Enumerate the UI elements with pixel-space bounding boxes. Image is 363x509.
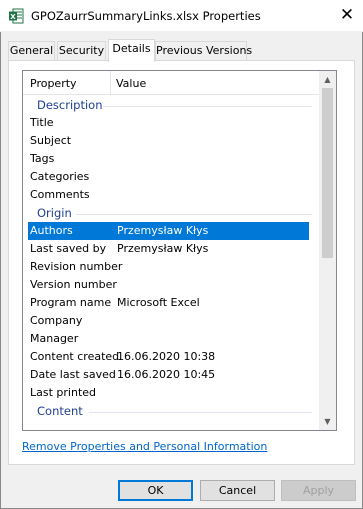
property-name: Authors: [30, 224, 73, 237]
property-name: Comments: [30, 188, 90, 201]
cancel-button[interactable]: Cancel: [200, 480, 275, 501]
property-name: Date last saved: [30, 368, 116, 381]
tab-details[interactable]: Details: [108, 39, 155, 62]
group-label: Description: [37, 98, 103, 112]
property-name: Revision number: [30, 260, 123, 273]
list-rows: Description Title Subject Tags Categorie…: [23, 96, 320, 420]
property-name: Content created: [30, 350, 120, 363]
property-name: Version number: [30, 278, 117, 291]
list-item[interactable]: Subject: [23, 132, 320, 150]
property-value: Przemysław Kłys: [117, 242, 209, 255]
excel-icon: X: [8, 8, 24, 24]
property-value: 16.06.2020 10:45: [117, 368, 216, 381]
list-item[interactable]: Tags: [23, 150, 320, 168]
list-header: Property Value: [23, 71, 320, 95]
property-name: Title: [30, 116, 54, 129]
window-title: GPOZaurrSummaryLinks.xlsx Properties: [31, 9, 261, 23]
property-name: Last printed: [30, 386, 97, 399]
apply-button[interactable]: Apply: [281, 480, 356, 501]
property-value: Microsoft Excel: [117, 296, 200, 309]
title-bar: X GPOZaurrSummaryLinks.xlsx Properties ✕: [0, 0, 363, 32]
list-item[interactable]: Last printed: [23, 384, 320, 402]
list-item[interactable]: Categories: [23, 168, 320, 186]
property-name: Subject: [30, 134, 72, 147]
list-item-selected[interactable]: Authors Przemysław Kłys: [28, 222, 309, 240]
property-name: Last saved by: [30, 242, 107, 255]
list-item[interactable]: Last saved by Przemysław Kłys: [23, 240, 320, 258]
tab-security[interactable]: Security: [57, 41, 106, 61]
property-name: Tags: [30, 152, 55, 165]
scroll-up-arrow-icon[interactable]: ▲: [319, 71, 336, 88]
group-divider: [89, 412, 312, 413]
column-header-value[interactable]: Value: [111, 71, 146, 95]
property-name: Company: [30, 314, 83, 327]
group-label: Content: [37, 404, 83, 418]
property-value: 16.06.2020 10:38: [117, 350, 216, 363]
property-name: Program name: [30, 296, 112, 309]
group-header-origin[interactable]: Origin: [23, 204, 320, 222]
list-item[interactable]: Content created 16.06.2020 10:38: [23, 348, 320, 366]
list-item[interactable]: Date last saved 16.06.2020 10:45: [23, 366, 320, 384]
property-value: Przemysław Kłys: [117, 224, 209, 237]
group-label: Origin: [37, 206, 72, 220]
property-name: Manager: [30, 332, 79, 345]
scroll-thumb[interactable]: [322, 88, 333, 258]
remove-properties-link[interactable]: Remove Properties and Personal Informati…: [22, 440, 267, 453]
list-item[interactable]: Program name Microsoft Excel: [23, 294, 320, 312]
list-item[interactable]: Company: [23, 312, 320, 330]
list-item[interactable]: Manager: [23, 330, 320, 348]
svg-text:X: X: [10, 13, 16, 21]
list-item[interactable]: Version number: [23, 276, 320, 294]
group-divider: [76, 214, 312, 215]
scroll-down-arrow-icon[interactable]: ▼: [319, 413, 336, 430]
group-header-description[interactable]: Description: [23, 96, 320, 114]
group-header-content[interactable]: Content: [23, 402, 320, 420]
tab-previous-versions[interactable]: Previous Versions: [155, 41, 252, 61]
property-list[interactable]: Property Value Description Title Subject…: [22, 70, 337, 431]
column-header-property[interactable]: Property: [23, 71, 111, 95]
close-button[interactable]: ✕: [331, 0, 363, 32]
group-divider: [103, 106, 312, 107]
list-item[interactable]: Title: [23, 114, 320, 132]
property-name: Categories: [30, 170, 90, 183]
list-item[interactable]: Revision number: [23, 258, 320, 276]
tab-general[interactable]: General: [8, 41, 55, 61]
ok-button[interactable]: OK: [118, 480, 193, 501]
list-item[interactable]: Comments: [23, 186, 320, 204]
vertical-scrollbar[interactable]: ▲ ▼: [319, 71, 336, 430]
